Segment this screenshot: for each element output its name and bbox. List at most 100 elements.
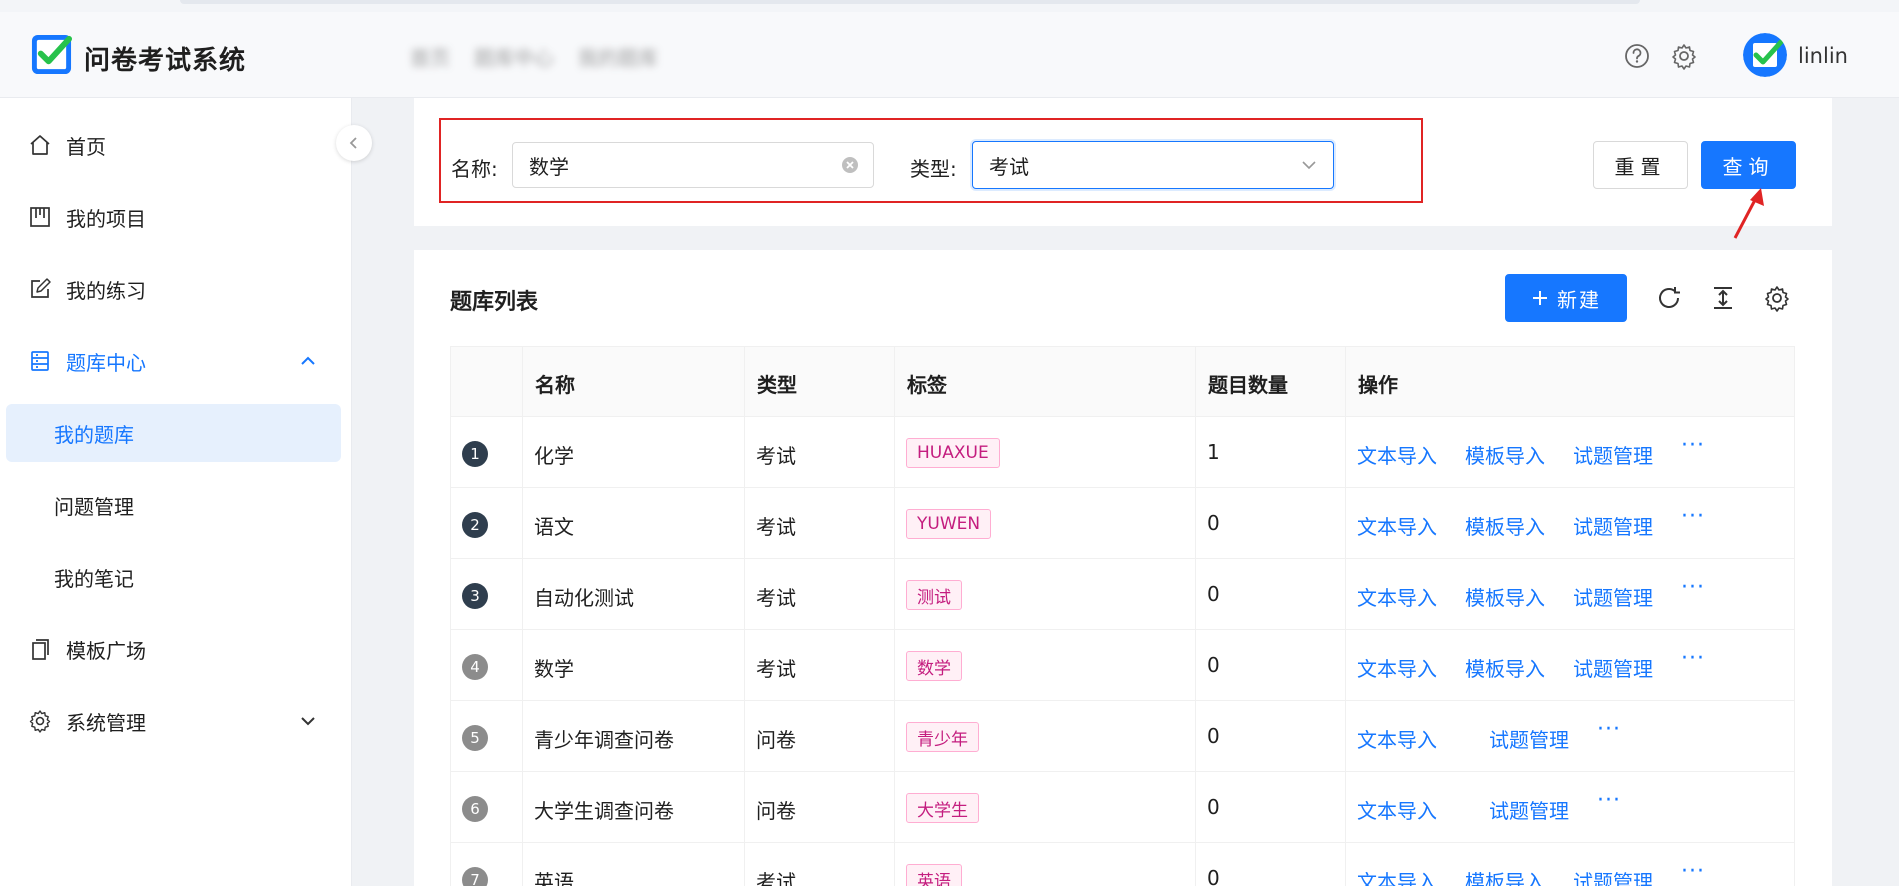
breadcrumb: 首页 题库中心 我的题库 [410, 34, 658, 78]
row-count: 0 [1207, 866, 1220, 886]
row-index-badge: 3 [462, 583, 488, 609]
row-name: 语文 [534, 515, 574, 539]
row-index-badge: 5 [462, 725, 488, 751]
text-import-link[interactable]: 文本导入 [1357, 724, 1437, 753]
table-settings-icon[interactable] [1763, 284, 1791, 312]
name-label: 名称: [451, 157, 498, 181]
row-tag: 大学生 [906, 793, 979, 823]
sidebar-item-projects[interactable]: 我的项目 [0, 188, 352, 246]
sidebar-item-label: 我的项目 [66, 206, 146, 231]
settings-gear-icon[interactable] [1670, 42, 1698, 70]
more-actions-icon[interactable]: ··· [1681, 504, 1705, 529]
username[interactable]: linlin [1798, 44, 1848, 68]
project-icon [30, 207, 50, 227]
question-manage-link[interactable]: 试题管理 [1573, 653, 1653, 682]
table-header: 名称 类型 标签 题目数量 操作 [450, 346, 1795, 417]
text-import-link[interactable]: 文本导入 [1357, 866, 1437, 886]
copy-icon [32, 639, 49, 660]
more-actions-icon[interactable]: ··· [1597, 717, 1621, 742]
app-header: 问卷考试系统 首页 题库中心 我的题库 linlin [0, 12, 1899, 98]
table-row: 6 大学生调查问卷 问卷 大学生 0 文本导入 试题管理 ··· [450, 772, 1795, 843]
more-actions-icon[interactable]: ··· [1681, 433, 1705, 458]
sidebar-item-practice[interactable]: 我的练习 [0, 260, 352, 318]
sidebar-item-label: 问题管理 [54, 494, 134, 519]
sidebar: 首页 我的项目 我的练习 题库中心 我的题库 问题管理 我的笔记 模板广场 系统… [0, 98, 352, 886]
sidebar-item-system-management[interactable]: 系统管理 [0, 692, 352, 750]
row-type: 考试 [756, 657, 796, 681]
reset-button[interactable]: 重置 [1593, 141, 1688, 189]
breadcrumb-item: 我的题库 [578, 45, 658, 70]
breadcrumb-item[interactable]: 首页 [410, 42, 450, 71]
chevron-down-icon [301, 717, 315, 726]
template-import-link[interactable]: 模板导入 [1465, 511, 1545, 540]
sidebar-item-home[interactable]: 首页 [0, 116, 352, 174]
table-row: 3 自动化测试 考试 测试 0 文本导入 模板导入 试题管理 ··· [450, 559, 1795, 630]
text-import-link[interactable]: 文本导入 [1357, 511, 1437, 540]
type-select[interactable]: 考试 [972, 141, 1334, 189]
sidebar-collapse-button[interactable] [336, 125, 372, 161]
column-header-name: 名称 [535, 373, 575, 397]
row-count: 0 [1207, 795, 1220, 819]
column-header-actions: 操作 [1358, 373, 1398, 397]
question-manage-link[interactable]: 试题管理 [1489, 795, 1569, 824]
sidebar-item-template-plaza[interactable]: 模板广场 [0, 620, 352, 678]
row-count: 0 [1207, 582, 1220, 606]
more-actions-icon[interactable]: ··· [1681, 859, 1705, 884]
column-height-icon[interactable] [1709, 284, 1737, 312]
avatar[interactable] [1743, 33, 1787, 77]
name-input-value: 数学 [529, 154, 569, 179]
app-logo-icon [31, 34, 73, 75]
text-import-link[interactable]: 文本导入 [1357, 440, 1437, 469]
question-manage-link[interactable]: 试题管理 [1573, 511, 1653, 540]
row-count: 1 [1207, 440, 1220, 464]
row-name: 大学生调查问卷 [534, 799, 674, 823]
row-type: 考试 [756, 444, 796, 468]
annotation-arrow-icon [1733, 188, 1764, 239]
text-import-link[interactable]: 文本导入 [1357, 582, 1437, 611]
refresh-icon[interactable] [1655, 284, 1683, 312]
template-import-link[interactable]: 模板导入 [1465, 653, 1545, 682]
text-import-link[interactable]: 文本导入 [1357, 653, 1437, 682]
template-import-link[interactable]: 模板导入 [1465, 582, 1545, 611]
name-input[interactable]: 数学 [512, 142, 874, 188]
question-manage-link[interactable]: 试题管理 [1489, 724, 1569, 753]
row-tag: 测试 [906, 580, 962, 610]
text-import-link[interactable]: 文本导入 [1357, 795, 1437, 824]
more-actions-icon[interactable]: ··· [1681, 575, 1705, 600]
sidebar-item-label: 我的练习 [66, 278, 146, 303]
more-actions-icon[interactable]: ··· [1681, 646, 1705, 671]
row-name: 自动化测试 [534, 586, 634, 610]
question-manage-link[interactable]: 试题管理 [1573, 866, 1653, 886]
sidebar-item-label: 我的题库 [54, 422, 134, 447]
question-manage-link[interactable]: 试题管理 [1573, 582, 1653, 611]
chevron-left-icon [349, 137, 357, 149]
sidebar-item-my-question-bank[interactable]: 我的题库 [6, 404, 341, 462]
column-header-tag: 标签 [907, 373, 947, 397]
query-button[interactable]: 查询 [1701, 141, 1796, 189]
gear-icon [29, 710, 51, 733]
help-icon[interactable] [1623, 42, 1651, 70]
row-count: 0 [1207, 511, 1220, 535]
chevron-up-icon [301, 356, 315, 365]
row-tag: 数学 [906, 651, 962, 681]
question-manage-link[interactable]: 试题管理 [1573, 440, 1653, 469]
sidebar-item-label: 系统管理 [66, 710, 146, 735]
row-type: 问卷 [756, 799, 796, 823]
row-type: 考试 [756, 515, 796, 539]
sidebar-item-question-management[interactable]: 问题管理 [0, 476, 352, 534]
template-import-link[interactable]: 模板导入 [1465, 866, 1545, 886]
more-actions-icon[interactable]: ··· [1597, 788, 1621, 813]
sidebar-item-question-bank-center[interactable]: 题库中心 [0, 332, 352, 390]
sidebar-item-my-notes[interactable]: 我的笔记 [0, 548, 352, 606]
row-name: 英语 [534, 870, 574, 886]
table-row: 2 语文 考试 YUWEN 0 文本导入 模板导入 试题管理 ··· [450, 488, 1795, 559]
new-button[interactable]: 新建 [1505, 274, 1627, 322]
row-index-badge: 4 [462, 654, 488, 680]
breadcrumb-item[interactable]: 题库中心 [474, 42, 554, 71]
clear-icon[interactable] [841, 156, 859, 174]
app-title: 问卷考试系统 [84, 46, 247, 76]
template-import-link[interactable]: 模板导入 [1465, 440, 1545, 469]
row-tag: 英语 [906, 864, 962, 886]
row-tag: 青少年 [906, 722, 979, 752]
row-index-badge: 1 [462, 441, 488, 467]
